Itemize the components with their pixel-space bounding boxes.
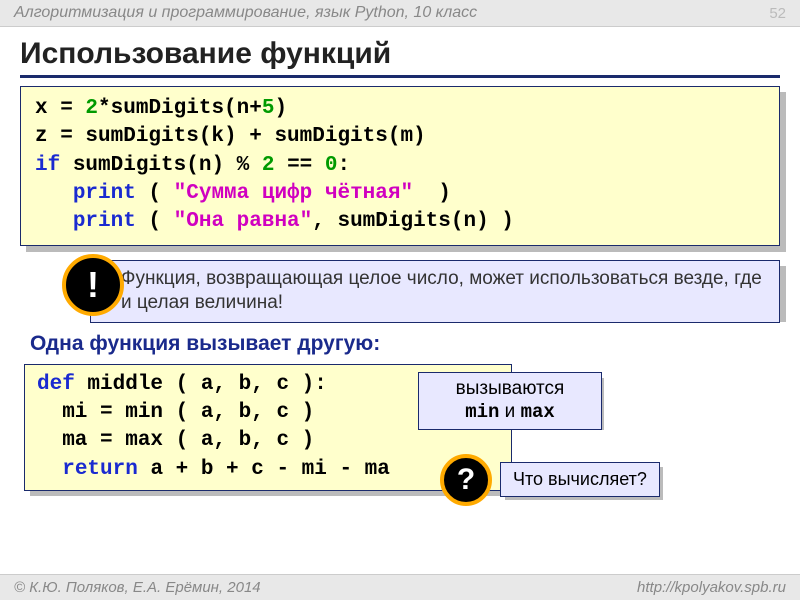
side-callout: вызываются min и max — [418, 372, 602, 431]
copyright: © К.Ю. Поляков, Е.А. Ерёмин, 2014 — [14, 579, 261, 596]
code-block-1: x = 2*sumDigits(n+5) z = sumDigits(k) + … — [20, 86, 780, 246]
callout-text: Функция, возвращающая целое число, может… — [90, 260, 780, 323]
callout-row: Функция, возвращающая целое число, может… — [20, 260, 780, 324]
footer-bar: © К.Ю. Поляков, Е.А. Ерёмин, 2014 http:/… — [0, 574, 800, 600]
side-line2: min и max — [427, 400, 593, 425]
question-row: ? Что вычисляет? — [440, 454, 660, 506]
code-block-2-region: def middle ( a, b, c ): mi = min ( a, b,… — [20, 360, 780, 510]
question-text: Что вычисляет? — [500, 462, 660, 497]
question-label: Что вычисляет? — [513, 469, 647, 489]
subheading: Одна функция вызывает другую: — [30, 332, 780, 356]
footer-url: http://kpolyakov.spb.ru — [637, 579, 786, 596]
code-content: x = 2*sumDigits(n+5) z = sumDigits(k) + … — [20, 86, 780, 246]
question-icon: ? — [440, 454, 492, 506]
exclamation-icon: ! — [62, 254, 124, 316]
page-number: 52 — [769, 5, 786, 22]
page-title: Использование функций — [20, 37, 780, 78]
course-label: Алгоритмизация и программирование, язык … — [14, 4, 477, 22]
header-bar: Алгоритмизация и программирование, язык … — [0, 0, 800, 27]
side-line1: вызываются — [427, 377, 593, 401]
